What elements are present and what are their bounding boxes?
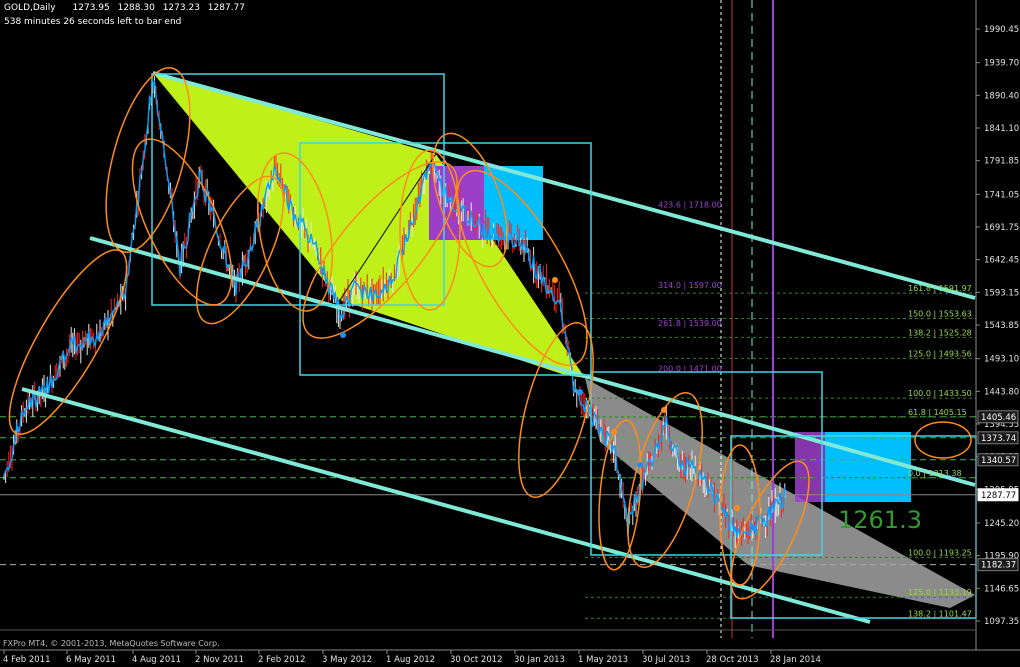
x-tick-label: 2 Nov 2011 (195, 655, 244, 665)
pivot-dot (637, 462, 643, 468)
fib-green-label: 100.0 | 1193.25 (908, 548, 972, 557)
y-tick-label: 1493.10 (984, 355, 1019, 365)
fib-green-label: 100.0 | 1433.50 (908, 389, 972, 398)
low-value: 1273.23 (162, 3, 200, 13)
pivot-dot (661, 407, 667, 413)
fib-purple-label: 200.0 | 1471.00 (658, 364, 722, 373)
x-tick-label: 28 Jan 2014 (770, 655, 821, 665)
y-tick-label: 1691.75 (984, 223, 1019, 233)
price-tag-label: 1405.46 (981, 413, 1016, 423)
pivot-dot (552, 277, 558, 283)
price-tag-label: 1373.74 (981, 434, 1016, 444)
x-tick-label: 2 Feb 2012 (258, 655, 306, 665)
y-tick-label: 1791.85 (984, 157, 1019, 167)
high-value: 1288.30 (117, 3, 155, 13)
projection-big-label: 1261.3 (838, 506, 922, 534)
price-chart[interactable]: 423.6 | 1718.00 314.0 | 1597.00 261.8 | 15… (0, 0, 1020, 667)
pivot-dot (751, 525, 757, 531)
pivot-dot (577, 389, 583, 395)
pivot-dot (340, 332, 346, 338)
bar-timer: 538 minutes 26 seconds left to bar end (4, 17, 182, 27)
y-tick-label: 1939.70 (984, 59, 1019, 69)
pivot-dot (734, 505, 740, 511)
price-tag-label: 1340.57 (981, 456, 1016, 466)
fib-green-label: 125.0 | 1133.19 (908, 588, 972, 597)
y-tick-label: 1890.40 (984, 91, 1019, 101)
y-tick-label: 1443.80 (984, 387, 1019, 397)
fib-green-label: 125.0 | 1493.56 (908, 349, 972, 358)
blue-zone-2014 (825, 432, 911, 502)
x-tick-label: 4 Feb 2011 (3, 655, 51, 665)
fib-purple-label: 314.0 | 1597.00 (658, 281, 722, 290)
close-value: 1287.77 (207, 3, 246, 13)
y-tick-label: 1741.05 (984, 190, 1019, 200)
price-tag-label: 1287.77 (981, 491, 1016, 501)
chart-header: GOLD,Daily 1273.95 1288.30 1273.23 1287.… (4, 3, 250, 13)
x-tick-label: 30 Oct 2012 (450, 655, 503, 665)
y-tick-label: 1642.45 (984, 256, 1019, 266)
y-tick-label: 1593.15 (984, 288, 1019, 298)
fib-green-label: 138.2 | 1525.28 (908, 328, 972, 337)
copyright-text: FXPro MT4, © 2001-2013, MetaQuotes Softw… (3, 639, 220, 648)
x-tick-label: 4 Aug 2011 (132, 655, 181, 665)
y-tick-label: 1097.35 (984, 617, 1019, 627)
y-tick-label: 1543.85 (984, 321, 1019, 331)
y-tick-label: 1146.65 (984, 584, 1019, 594)
x-tick-label: 28 Oct 2013 (706, 655, 759, 665)
fib-green-label: 61.8 | 1405.15 (908, 408, 967, 417)
x-tick-label: 30 Jan 2013 (514, 655, 565, 665)
fib-purple-label: 261.8 | 1539.00 (658, 319, 722, 328)
symbol-label: GOLD,Daily (4, 3, 56, 13)
fib-green-label: 150.0 | 1553.63 (908, 310, 972, 319)
y-tick-label: 1245.20 (984, 519, 1019, 529)
x-tick-label: 30 Jul 2013 (642, 655, 690, 665)
fib-green-label: 0.0 | 1313.38 (908, 469, 962, 478)
x-tick-label: 6 May 2011 (66, 655, 116, 665)
fib-green-label: 161.8 | 1591.97 (908, 284, 972, 293)
pivot-dot (611, 429, 617, 435)
x-tick-label: 3 May 2012 (322, 655, 372, 665)
y-tick-label: 1990.45 (984, 25, 1019, 35)
fib-purple-label: 423.6 | 1718.00 (658, 201, 722, 210)
x-tick-label: 1 May 2013 (578, 655, 628, 665)
x-tick-label: 1 Aug 2012 (386, 655, 435, 665)
price-tag-label: 1182.37 (981, 561, 1016, 571)
open-value: 1273.95 (72, 3, 110, 13)
fib-green-label: 138.2 | 1101.47 (908, 609, 972, 618)
y-tick-label: 1841.10 (984, 124, 1019, 134)
